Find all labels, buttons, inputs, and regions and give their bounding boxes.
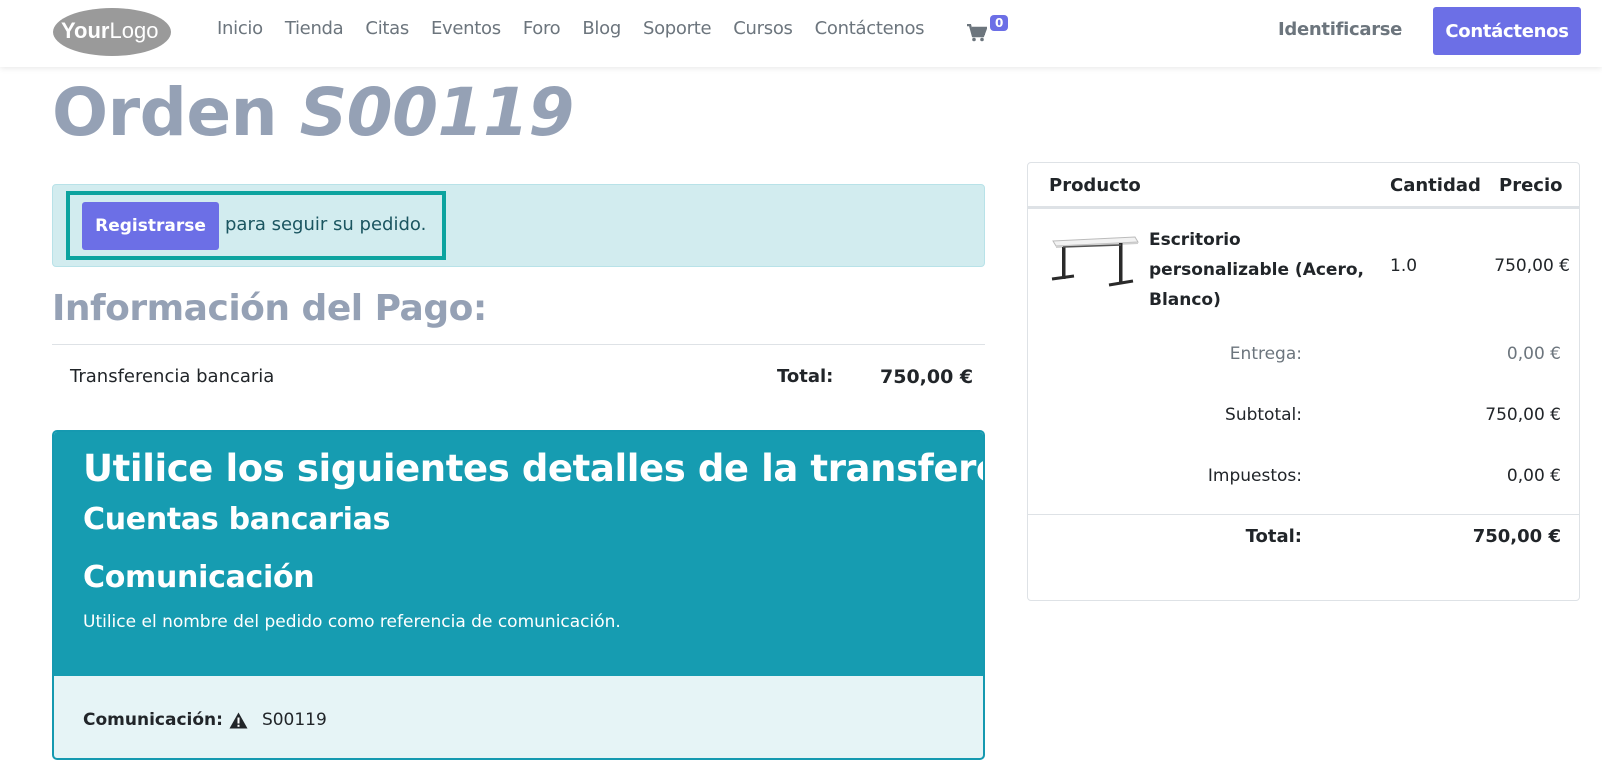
product-price: 750,00 € (1494, 256, 1570, 276)
communication-value: S00119 (261, 710, 327, 730)
summary-total-label: Total: (1245, 526, 1302, 547)
taxes-label: Impuestos: (1207, 466, 1302, 486)
transfer-heading: Utilice los siguientes detalles de la tr… (83, 447, 985, 490)
col-product: Producto (1049, 175, 1141, 196)
delivery-value: 0,00 € (1506, 344, 1561, 364)
communication-instruction: Utilice el nombre del pedido como refere… (83, 612, 621, 632)
col-price: Precio (1499, 175, 1563, 196)
delivery-label: Entrega: (1229, 344, 1302, 364)
desk-image[interactable] (1049, 233, 1139, 295)
nav-contactenos[interactable]: Contáctenos (815, 18, 925, 39)
top-navbar: YourLogo Inicio Tienda Citas Eventos For… (0, 0, 1602, 67)
order-summary-header: Producto Cantidad Precio (1028, 163, 1579, 209)
communication-row: Comunicación: S00119 (83, 710, 327, 730)
cart-icon (967, 24, 987, 42)
order-number: S00119 (299, 74, 575, 151)
cart-count-badge: 0 (990, 15, 1009, 31)
subtotal-value: 750,00 € (1485, 405, 1561, 425)
payment-total-label: Total: (777, 366, 834, 387)
main-nav: Inicio Tienda Citas Eventos Foro Blog So… (217, 18, 946, 39)
communication-heading: Comunicación (83, 560, 315, 595)
payment-method: Transferencia bancaria (70, 366, 275, 387)
bank-accounts-heading: Cuentas bancarias (83, 502, 391, 537)
taxes-value: 0,00 € (1506, 466, 1561, 486)
page-title-word: Orden (52, 74, 278, 151)
product-quantity: 1.0 (1390, 256, 1418, 276)
divider (1028, 514, 1579, 515)
payment-total-value: 750,00 € (880, 366, 974, 388)
svg-text:YourLogo: YourLogo (61, 18, 158, 43)
cart-link[interactable]: 0 (967, 15, 1011, 48)
order-summary-card: Producto Cantidad Precio Escritorio pers… (1027, 162, 1580, 601)
communication-label: Comunicación: (83, 710, 223, 730)
logo-text-bold: Your (61, 18, 110, 43)
page-title: Orden S00119 (52, 74, 574, 151)
nav-eventos[interactable]: Eventos (431, 18, 501, 39)
nav-foro[interactable]: Foro (523, 18, 561, 39)
nav-tienda[interactable]: Tienda (285, 18, 344, 39)
nav-soporte[interactable]: Soporte (643, 18, 712, 39)
logo[interactable]: YourLogo (52, 5, 173, 57)
alert-text: para seguir su pedido. (225, 214, 427, 235)
subtotal-label: Subtotal: (1225, 405, 1302, 425)
transfer-details-header: Utilice los siguientes detalles de la tr… (54, 432, 983, 676)
summary-total-value: 750,00 € (1472, 526, 1561, 547)
nav-citas[interactable]: Citas (365, 18, 409, 39)
logo-text-light: Logo (109, 18, 158, 43)
contact-button[interactable]: Contáctenos (1433, 7, 1581, 55)
nav-inicio[interactable]: Inicio (217, 18, 263, 39)
nav-cursos[interactable]: Cursos (733, 18, 793, 39)
warning-icon (229, 712, 248, 728)
divider (52, 344, 985, 345)
login-link[interactable]: Identificarse (1278, 19, 1402, 40)
payment-info-title: Información del Pago: (52, 288, 487, 329)
nav-blog[interactable]: Blog (582, 18, 621, 39)
product-name[interactable]: Escritorio personalizable (Acero, Blanco… (1149, 225, 1374, 315)
transfer-details-panel: Utilice los siguientes detalles de la tr… (52, 430, 985, 760)
register-button[interactable]: Registrarse (82, 202, 219, 250)
col-quantity: Cantidad (1390, 175, 1481, 196)
